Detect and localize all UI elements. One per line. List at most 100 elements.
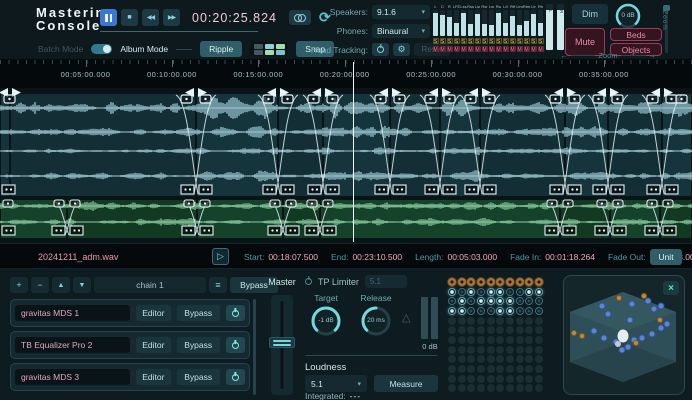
- move-down-button[interactable]: ▼: [73, 277, 91, 293]
- clip-field-value[interactable]: 00:05:03.000: [447, 252, 497, 262]
- grid-dot[interactable]: [525, 297, 534, 306]
- mute-button[interactable]: M: [453, 46, 460, 53]
- dim-button[interactable]: Dim: [572, 4, 608, 24]
- measure-button[interactable]: Measure: [374, 375, 438, 392]
- plugin-name[interactable]: TB Equalizer Pro 2: [15, 337, 130, 353]
- solo-button[interactable]: S: [516, 38, 523, 45]
- plugin-power-button[interactable]: [225, 369, 245, 385]
- plugin-bypass-button[interactable]: Bypass: [176, 369, 220, 385]
- grid-dot[interactable]: [525, 287, 534, 296]
- close-viewer-button[interactable]: ×: [663, 281, 679, 295]
- grid-dot[interactable]: [535, 277, 544, 286]
- grid-dot[interactable]: [496, 277, 505, 286]
- link-channels-button[interactable]: [289, 10, 311, 25]
- grid-dot[interactable]: [496, 287, 505, 296]
- mute-button[interactable]: M: [502, 46, 509, 53]
- plugin-row[interactable]: TB Equalizer Pro 2 Editor Bypass: [10, 331, 250, 359]
- limiter-preset-field[interactable]: 5.1: [364, 275, 407, 288]
- grid-dot[interactable]: [515, 277, 524, 286]
- solo-button[interactable]: S: [467, 38, 474, 45]
- limiter-power-icon[interactable]: [305, 278, 312, 285]
- grid-dot[interactable]: [467, 297, 476, 306]
- grid-dot[interactable]: [505, 297, 514, 306]
- chain-menu-button[interactable]: ≡: [209, 277, 227, 293]
- stop-button[interactable]: ■: [121, 9, 138, 26]
- grid-dot[interactable]: [476, 306, 485, 315]
- solo-button[interactable]: S: [502, 38, 509, 45]
- grid-dot[interactable]: [476, 297, 485, 306]
- monitor-level-knob[interactable]: 0 dB: [613, 1, 643, 31]
- chain-name-field[interactable]: chain 1: [94, 277, 206, 293]
- phones-select[interactable]: Binaural ▾: [372, 24, 430, 38]
- mute-button[interactable]: M: [495, 46, 502, 53]
- grid-dot[interactable]: [525, 277, 534, 286]
- plugin-name[interactable]: gravitas MDS 1: [15, 305, 130, 321]
- mute-button[interactable]: M: [530, 46, 537, 53]
- grid-dot[interactable]: [447, 297, 456, 306]
- solo-button[interactable]: S: [530, 38, 537, 45]
- grid-dot[interactable]: [535, 287, 544, 296]
- mute-button[interactable]: M: [467, 46, 474, 53]
- mute-button[interactable]: M: [523, 46, 530, 53]
- solo-button[interactable]: S: [446, 38, 453, 45]
- rewind-button[interactable]: ◀◀: [142, 9, 159, 26]
- grid-dot[interactable]: [486, 277, 495, 286]
- head-tracking-power-button[interactable]: [372, 43, 389, 56]
- forward-button[interactable]: ▶▶: [163, 9, 180, 26]
- grid-dot[interactable]: [505, 287, 514, 296]
- plugin-power-button[interactable]: [225, 305, 245, 321]
- mute-button[interactable]: M: [481, 46, 488, 53]
- grid-dot[interactable]: [496, 297, 505, 306]
- mute-button[interactable]: M: [460, 46, 467, 53]
- plugin-list-scrollbar[interactable]: [253, 299, 256, 395]
- grid-dot[interactable]: [457, 277, 466, 286]
- plugin-editor-button[interactable]: Editor: [135, 305, 171, 321]
- plugin-row[interactable]: gravitas MDS 3 Editor Bypass: [10, 363, 250, 391]
- horizontal-zoom-control[interactable]: ← Zoom →: [560, 51, 656, 60]
- bed-clips[interactable]: [1, 94, 691, 196]
- clip-field-value[interactable]: 00:23:10.500: [352, 252, 402, 262]
- grid-dot[interactable]: [476, 287, 485, 296]
- solo-button[interactable]: S: [439, 38, 446, 45]
- solo-button[interactable]: S: [432, 38, 439, 45]
- clip-play-button[interactable]: ▷: [212, 248, 229, 265]
- solo-button[interactable]: S: [460, 38, 467, 45]
- timeline-ruler[interactable]: 00:05:00.000 00:10:00.000 00:15:00.000 00:2…: [0, 60, 692, 88]
- mute-button[interactable]: M: [432, 46, 439, 53]
- mute-button[interactable]: M: [488, 46, 495, 53]
- mute-button[interactable]: M: [446, 46, 453, 53]
- grid-dot[interactable]: [467, 306, 476, 315]
- playhead[interactable]: [353, 62, 354, 242]
- mute-button[interactable]: M: [474, 46, 481, 53]
- object-channel-grid[interactable]: [447, 277, 544, 393]
- grid-dot[interactable]: [457, 287, 466, 296]
- grid-dot[interactable]: [467, 277, 476, 286]
- mute-button[interactable]: M: [509, 46, 516, 53]
- solo-button[interactable]: S: [453, 38, 460, 45]
- plugin-name[interactable]: gravitas MDS 3: [15, 369, 130, 385]
- mute-button[interactable]: M: [537, 46, 544, 53]
- fader-handle[interactable]: [269, 337, 295, 348]
- plugin-editor-button[interactable]: Editor: [135, 337, 171, 353]
- grid-dot[interactable]: [447, 287, 456, 296]
- head-tracking-settings-button[interactable]: ⚙: [393, 43, 410, 56]
- waveform-display[interactable]: [0, 88, 692, 243]
- release-knob[interactable]: 20 ms: [357, 302, 395, 340]
- mute-button[interactable]: M: [516, 46, 523, 53]
- grid-dot[interactable]: [486, 306, 495, 315]
- ripple-button[interactable]: Ripple: [200, 41, 243, 57]
- remove-plugin-button[interactable]: −: [31, 277, 49, 293]
- grid-dot[interactable]: [505, 306, 514, 315]
- edit-mode-icon[interactable]: [250, 42, 289, 56]
- solo-button[interactable]: S: [523, 38, 530, 45]
- beds-button[interactable]: Beds: [610, 28, 662, 41]
- grid-dot[interactable]: [447, 277, 456, 286]
- unit-button[interactable]: Unit: [650, 249, 682, 265]
- mute-button[interactable]: M: [439, 46, 446, 53]
- loudness-format-select[interactable]: 5.1 ▾: [305, 375, 367, 392]
- grid-dot[interactable]: [496, 306, 505, 315]
- plugin-row[interactable]: gravitas MDS 1 Editor Bypass: [10, 299, 250, 327]
- grid-dot[interactable]: [535, 297, 544, 306]
- solo-button[interactable]: S: [474, 38, 481, 45]
- grid-dot[interactable]: [486, 287, 495, 296]
